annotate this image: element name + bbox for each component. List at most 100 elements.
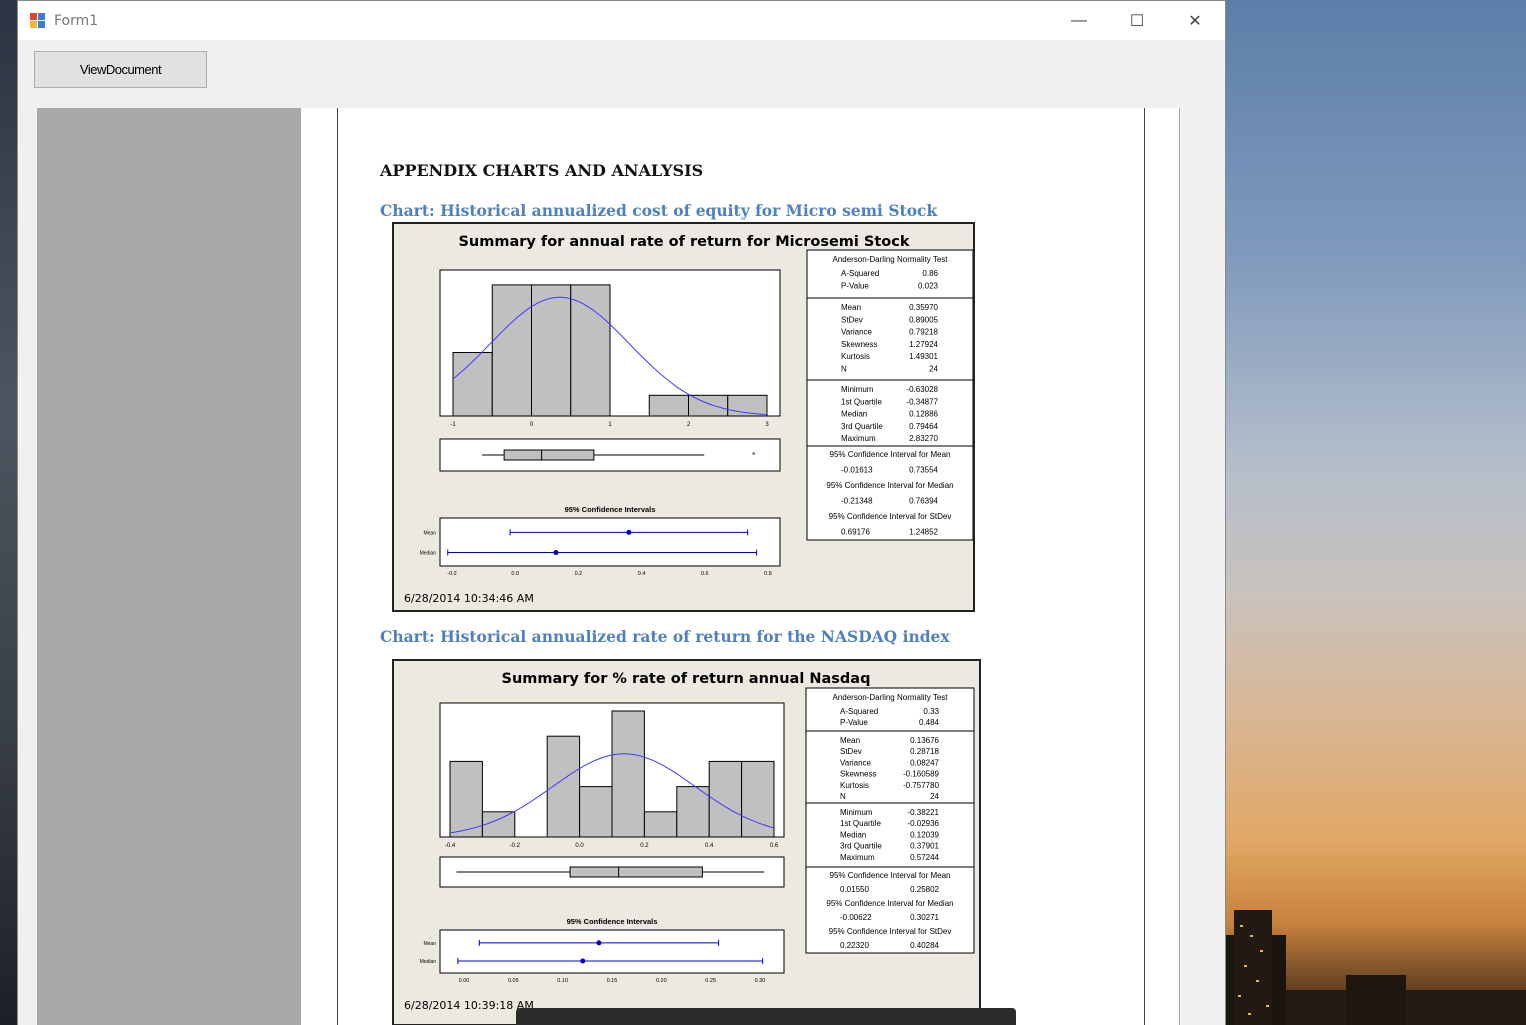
ci-stat-lower: 0.01550 [840,885,869,894]
boxplot-box [569,866,703,878]
ci-stat-upper: 0.40284 [910,941,939,950]
ci-tick-label: 0.4 [638,571,646,577]
ci-row-label: Mean [423,941,436,947]
stat-label: Mean [840,736,860,745]
stat-value: 0.35970 [909,303,938,312]
ci-stat-lower: -0.00622 [840,913,872,922]
stat-label: 3rd Quartile [841,422,883,431]
ci-plot-area [439,929,785,974]
stat-label: 1st Quartile [841,397,882,406]
stat-label: Maximum [841,434,876,443]
histogram-tick-label: 3 [765,422,769,428]
stat-value: 0.28718 [910,747,939,756]
stat-value: 0.79218 [909,328,938,337]
ad-test-title: Anderson-Darling Normality Test [832,255,948,264]
chart-title: Summary for annual rate of return for Mi… [458,234,909,250]
ci-tick-label: 0.00 [459,978,470,984]
stat-label: 3rd Quartile [840,842,882,851]
document-page: APPENDIX CHARTS AND ANALYSIS Chart: Hist… [301,108,1179,1025]
histogram-tick-label: 2 [687,422,691,428]
minimize-button[interactable]: — [1050,1,1108,40]
stat-label: StDev [840,747,862,756]
stat-label: Median [840,830,866,839]
ci-stat-label: 95% Confidence Interval for Median [826,899,953,908]
ci-point-estimate [553,550,559,556]
ci-tick-label: 0.25 [705,978,716,984]
ci-row-label: Mean [423,530,436,536]
background-window-edge [0,0,17,1025]
view-document-button[interactable]: ViewDocument [34,51,207,88]
stat-value: 0.023 [918,281,939,290]
stat-value: 1.49301 [909,352,938,361]
ci-stat-upper: 0.25802 [910,885,939,894]
stat-value: -0.757780 [903,781,940,790]
ci-stat-upper: 0.73554 [909,466,938,475]
maximize-button[interactable]: ☐ [1108,1,1166,40]
stat-label: A-Squared [841,269,879,278]
summary-chart-microsemi: Summary for annual rate of return for Mi… [392,222,975,612]
chart-timestamp: 6/28/2014 10:39:18 AM [404,999,534,1012]
ci-stat-upper: 1.24852 [909,528,938,537]
stat-label: Maximum [840,853,875,862]
taskbar-preview [516,1008,1016,1025]
stat-value: 0.08247 [910,758,939,767]
stat-value: 0.12886 [909,410,938,419]
chart-timestamp: 6/28/2014 10:34:46 AM [404,592,534,605]
stat-value: -0.02936 [907,819,939,828]
stat-value: 24 [930,792,939,801]
histogram-tick-label: -0.4 [445,843,456,849]
chart-caption-nasdaq: Chart: Historical annualized rate of ret… [380,627,950,646]
stat-label: Skewness [840,770,876,779]
close-button[interactable]: ✕ [1166,1,1224,40]
ci-stat-lower: -0.01613 [841,466,873,475]
ci-tick-label: 0.20 [656,978,667,984]
stat-value: 0.13676 [910,736,939,745]
stat-value: 1.27924 [909,340,938,349]
histogram-bar [491,284,532,417]
city-skyline [1226,910,1526,1025]
histogram-bar [688,394,729,417]
stat-label: Minimum [840,808,873,817]
close-icon: ✕ [1188,12,1202,30]
ci-stat-upper: 0.30271 [910,913,939,922]
stat-value: -0.63028 [906,385,938,394]
histogram-tick-label: -1 [450,422,456,428]
ci-tick-label: 0.10 [557,978,568,984]
document-viewer[interactable]: APPENDIX CHARTS AND ANALYSIS Chart: Hist… [37,108,1180,1025]
histogram-tick-label: 0 [530,422,534,428]
stat-label: StDev [841,315,863,324]
stat-value: 0.57244 [910,853,939,862]
summary-chart-nasdaq: Summary for % rate of return annual Nasd… [392,659,981,1025]
ci-stat-lower: 0.22320 [840,941,869,950]
ci-stat-lower: 0.69176 [841,528,870,537]
stat-label: Skewness [841,340,877,349]
ci-tick-label: 0.15 [607,978,618,984]
histogram-tick-label: 0.0 [575,843,584,849]
stat-value: 0.37901 [910,842,939,851]
stat-value: 0.33 [923,707,939,716]
window-title: Form1 [54,12,99,29]
histogram-bar [611,710,645,838]
stat-value: 0.484 [919,718,940,727]
boxplot-outlier: * [752,451,755,460]
ci-tick-label: 0.0 [511,571,519,577]
stat-label: P-Value [841,281,869,290]
histogram-bar [531,284,572,417]
histogram-bar [648,394,689,417]
stat-value: 0.86 [922,269,938,278]
ci-tick-label: 0.05 [508,978,519,984]
histogram-bar [570,284,611,417]
ad-test-title: Anderson-Darling Normality Test [832,693,948,702]
title-bar[interactable]: Form1 — ☐ ✕ [18,1,1225,40]
stats-section [806,379,973,447]
ci-point-estimate [596,940,602,946]
ci-stat-lower: -0.21348 [841,497,873,506]
histogram-bar [643,811,678,838]
maximize-icon: ☐ [1129,12,1145,30]
histogram-bar [449,760,483,838]
stat-label: N [840,792,846,801]
ci-tick-label: 0.8 [764,571,772,577]
chart-caption-microsemi: Chart: Historical annualized cost of equ… [380,201,938,220]
form-app-icon [30,12,46,29]
stat-value: -0.34877 [906,397,938,406]
